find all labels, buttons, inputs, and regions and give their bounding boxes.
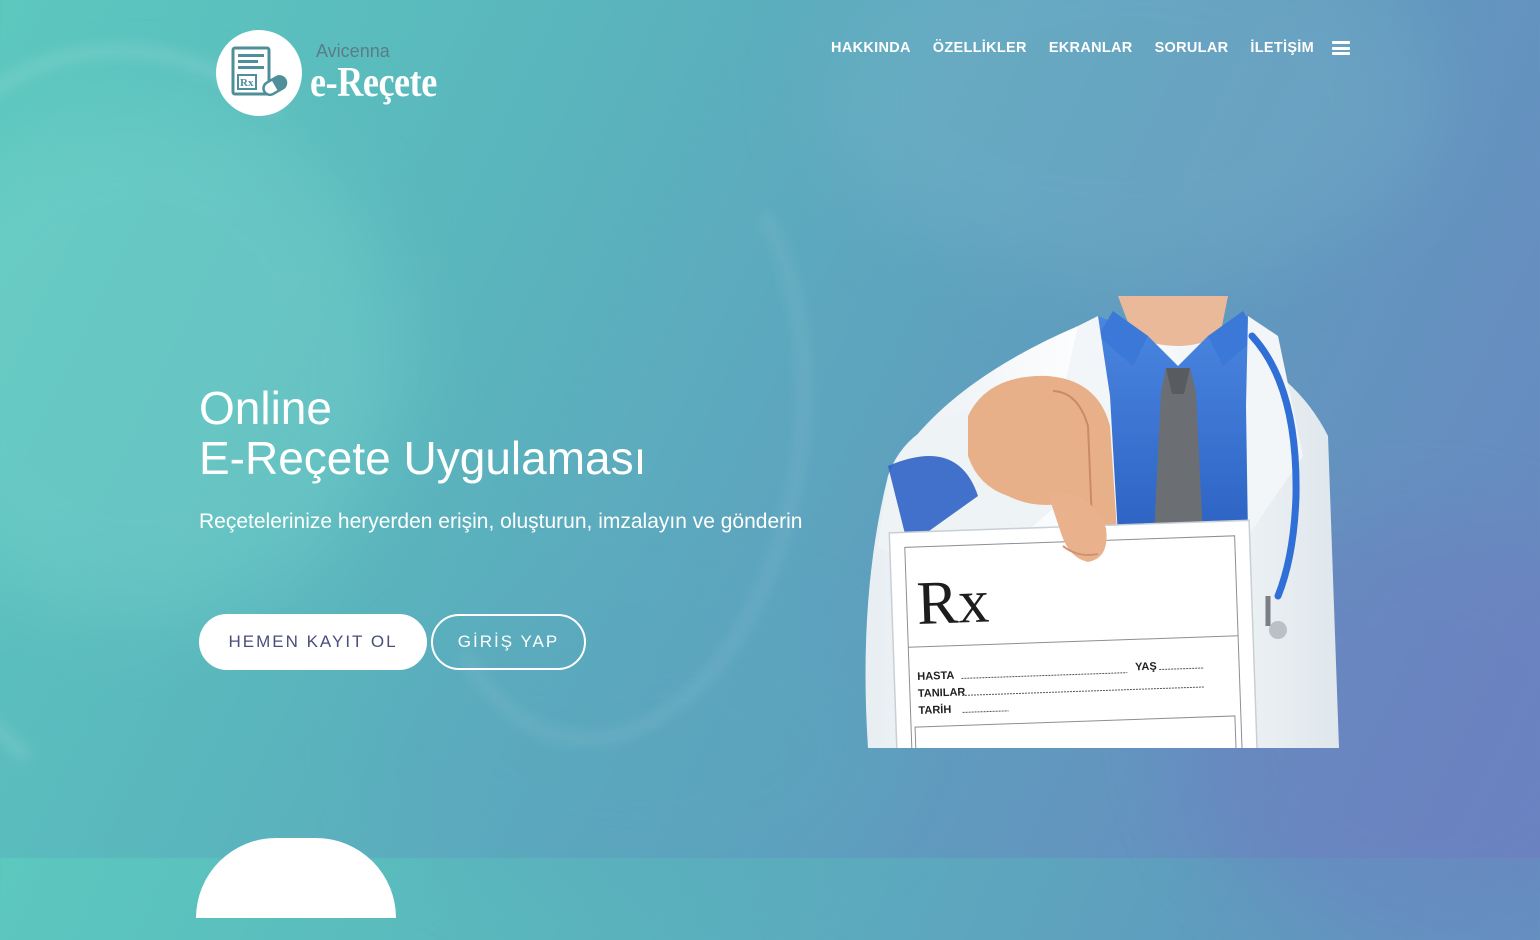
- login-button[interactable]: GİRİŞ YAP: [431, 614, 586, 670]
- nav-item-iletisim[interactable]: İLETİŞİM: [1250, 40, 1314, 56]
- nav-item-ekranlar[interactable]: EKRANLAR: [1049, 40, 1133, 56]
- nav-item-sorular[interactable]: SORULAR: [1155, 40, 1229, 56]
- svg-text:Rx: Rx: [240, 77, 254, 89]
- main-navigation: HAKKINDA ÖZELLİKLER EKRANLAR SORULAR İLE…: [809, 40, 1350, 56]
- doctor-prescription-image: Rx HASTA YAŞ TANILAR TARİH: [848, 296, 1339, 748]
- brand-logo[interactable]: Rx Avicenna e-Reçete: [216, 30, 458, 116]
- register-button[interactable]: HEMEN KAYIT OL: [199, 614, 427, 670]
- prescription-field-diagnoses: TANILAR: [918, 686, 966, 700]
- hero-title: Online E-Reçete Uygulaması: [199, 383, 646, 483]
- prescription-field-patient: HASTA: [917, 670, 955, 683]
- prescription-field-age: YAŞ: [1135, 661, 1157, 674]
- brand-subtitle: Avicenna: [316, 41, 390, 61]
- prescription-logo-icon: Rx: [216, 30, 302, 116]
- hamburger-icon[interactable]: [1332, 41, 1350, 55]
- hero-title-line-2: E-Reçete Uygulaması: [199, 432, 647, 484]
- prescription-field-date: TARİH: [918, 703, 951, 717]
- hero-subtitle: Reçetelerinize heryerden erişin, oluştur…: [199, 510, 803, 533]
- nav-item-ozellikler[interactable]: ÖZELLİKLER: [933, 40, 1027, 56]
- rx-symbol: Rx: [916, 567, 991, 637]
- brand-name: e-Reçete: [310, 60, 437, 106]
- nav-item-hakkinda[interactable]: HAKKINDA: [831, 40, 911, 56]
- section-divider-curve: [196, 838, 396, 918]
- hero-title-line-1: Online: [199, 382, 332, 434]
